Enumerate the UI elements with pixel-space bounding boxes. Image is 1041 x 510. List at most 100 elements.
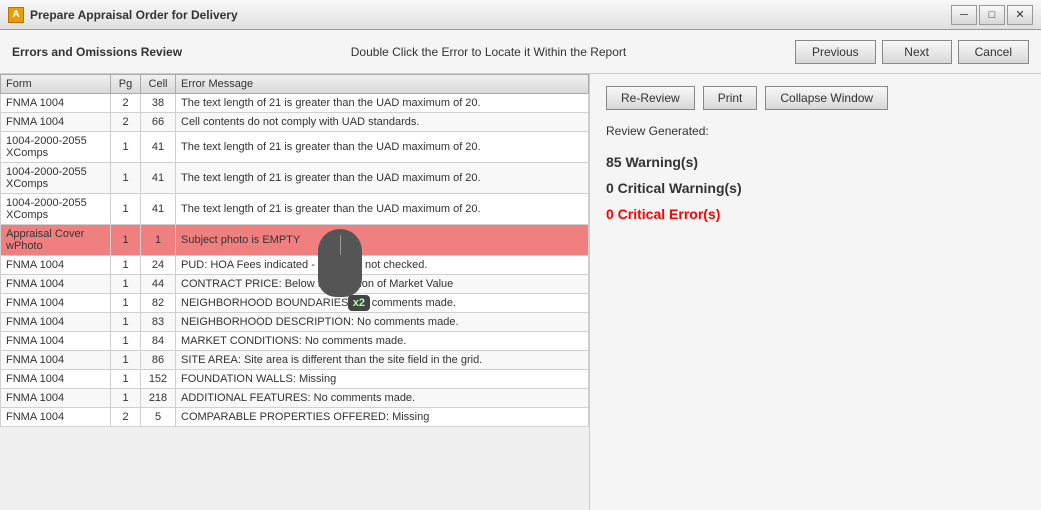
cell-message: COMPARABLE PROPERTIES OFFERED: Missing bbox=[176, 408, 589, 427]
table-row[interactable]: FNMA 1004184MARKET CONDITIONS: No commen… bbox=[1, 332, 589, 351]
cell-cell: 82 bbox=[141, 294, 176, 313]
table-row[interactable]: FNMA 1004144CONTRACT PRICE: Below the Op… bbox=[1, 275, 589, 294]
table-row[interactable]: FNMA 1004124PUD: HOA Fees indicated - PU… bbox=[1, 256, 589, 275]
table-row[interactable]: FNMA 100425COMPARABLE PROPERTIES OFFERED… bbox=[1, 408, 589, 427]
cell-pg: 1 bbox=[111, 225, 141, 256]
critical-errors: 0 Critical Error(s) bbox=[606, 206, 1025, 222]
cell-form: FNMA 1004 bbox=[1, 370, 111, 389]
cell-pg: 1 bbox=[111, 194, 141, 225]
cell-pg: 2 bbox=[111, 113, 141, 132]
table-row[interactable]: FNMA 10041152FOUNDATION WALLS: Missing bbox=[1, 370, 589, 389]
cell-message: The text length of 21 is greater than th… bbox=[176, 94, 589, 113]
cell-message: PUD: HOA Fees indicated - PUD box not ch… bbox=[176, 256, 589, 275]
cell-pg: 1 bbox=[111, 332, 141, 351]
table-row[interactable]: Appraisal Cover wPhoto11Subject photo is… bbox=[1, 225, 589, 256]
panel-buttons: Re-Review Print Collapse Window bbox=[606, 86, 1025, 110]
table-section: Form Pg Cell Error Message FNMA 1004238T… bbox=[0, 74, 590, 510]
errors-table: Form Pg Cell Error Message FNMA 1004238T… bbox=[0, 74, 589, 427]
header-message: Error Message bbox=[176, 75, 589, 94]
table-row[interactable]: 1004-2000-2055XComps141The text length o… bbox=[1, 194, 589, 225]
cell-pg: 1 bbox=[111, 389, 141, 408]
cell-pg: 1 bbox=[111, 132, 141, 163]
cell-pg: 1 bbox=[111, 313, 141, 332]
window-title: Prepare Appraisal Order for Delivery bbox=[30, 8, 951, 22]
table-row[interactable]: 1004-2000-2055XComps141The text length o… bbox=[1, 132, 589, 163]
table-row[interactable]: 1004-2000-2055XComps141The text length o… bbox=[1, 163, 589, 194]
maximize-button[interactable]: □ bbox=[979, 5, 1005, 25]
table-wrapper[interactable]: Form Pg Cell Error Message FNMA 1004238T… bbox=[0, 74, 589, 510]
print-button[interactable]: Print bbox=[703, 86, 758, 110]
cell-form: 1004-2000-2055XComps bbox=[1, 132, 111, 163]
table-row[interactable]: FNMA 1004266Cell contents do not comply … bbox=[1, 113, 589, 132]
table-row[interactable]: FNMA 1004182NEIGHBORHOOD BOUNDARIES: No … bbox=[1, 294, 589, 313]
cell-message: The text length of 21 is greater than th… bbox=[176, 132, 589, 163]
cell-cell: 83 bbox=[141, 313, 176, 332]
close-button[interactable]: ✕ bbox=[1007, 5, 1033, 25]
cell-pg: 1 bbox=[111, 351, 141, 370]
cell-form: Appraisal Cover wPhoto bbox=[1, 225, 111, 256]
errors-omissions-label: Errors and Omissions Review bbox=[12, 45, 182, 59]
minimize-button[interactable]: ─ bbox=[951, 5, 977, 25]
cell-message: MARKET CONDITIONS: No comments made. bbox=[176, 332, 589, 351]
header-form: Form bbox=[1, 75, 111, 94]
app-icon: A bbox=[8, 7, 24, 23]
cell-form: FNMA 1004 bbox=[1, 94, 111, 113]
cell-cell: 41 bbox=[141, 132, 176, 163]
cell-cell: 86 bbox=[141, 351, 176, 370]
cell-message: Subject photo is EMPTY bbox=[176, 225, 589, 256]
cell-pg: 1 bbox=[111, 163, 141, 194]
cell-form: FNMA 1004 bbox=[1, 389, 111, 408]
cell-message: Cell contents do not comply with UAD sta… bbox=[176, 113, 589, 132]
main-content: Form Pg Cell Error Message FNMA 1004238T… bbox=[0, 74, 1041, 510]
cell-cell: 44 bbox=[141, 275, 176, 294]
cell-cell: 66 bbox=[141, 113, 176, 132]
table-row[interactable]: FNMA 10041218ADDITIONAL FEATURES: No com… bbox=[1, 389, 589, 408]
header-pg: Pg bbox=[111, 75, 141, 94]
toolbar-buttons: Previous Next Cancel bbox=[795, 40, 1029, 64]
cell-form: FNMA 1004 bbox=[1, 294, 111, 313]
cell-cell: 84 bbox=[141, 332, 176, 351]
title-bar: A Prepare Appraisal Order for Delivery ─… bbox=[0, 0, 1041, 30]
next-button[interactable]: Next bbox=[882, 40, 952, 64]
cell-cell: 152 bbox=[141, 370, 176, 389]
cell-form: FNMA 1004 bbox=[1, 351, 111, 370]
previous-button[interactable]: Previous bbox=[795, 40, 876, 64]
cell-message: NEIGHBORHOOD DESCRIPTION: No comments ma… bbox=[176, 313, 589, 332]
cell-pg: 2 bbox=[111, 94, 141, 113]
cell-form: FNMA 1004 bbox=[1, 313, 111, 332]
warnings-count: 85 Warning(s) bbox=[606, 154, 1025, 170]
cell-form: FNMA 1004 bbox=[1, 332, 111, 351]
cell-message: ADDITIONAL FEATURES: No comments made. bbox=[176, 389, 589, 408]
cell-pg: 1 bbox=[111, 294, 141, 313]
cell-pg: 1 bbox=[111, 275, 141, 294]
table-row[interactable]: FNMA 1004186SITE AREA: Site area is diff… bbox=[1, 351, 589, 370]
header-cell: Cell bbox=[141, 75, 176, 94]
cell-cell: 1 bbox=[141, 225, 176, 256]
instruction-label: Double Click the Error to Locate it With… bbox=[190, 45, 787, 59]
window-controls: ─ □ ✕ bbox=[951, 5, 1033, 25]
critical-warnings: 0 Critical Warning(s) bbox=[606, 180, 1025, 196]
cell-message: NEIGHBORHOOD BOUNDARIES: No comments mad… bbox=[176, 294, 589, 313]
re-review-button[interactable]: Re-Review bbox=[606, 86, 695, 110]
right-panel: Re-Review Print Collapse Window Review G… bbox=[590, 74, 1041, 510]
cell-form: FNMA 1004 bbox=[1, 408, 111, 427]
table-row[interactable]: FNMA 1004183NEIGHBORHOOD DESCRIPTION: No… bbox=[1, 313, 589, 332]
cell-pg: 1 bbox=[111, 370, 141, 389]
cell-cell: 24 bbox=[141, 256, 176, 275]
table-header-row: Form Pg Cell Error Message bbox=[1, 75, 589, 94]
table-row[interactable]: FNMA 1004238The text length of 21 is gre… bbox=[1, 94, 589, 113]
cell-cell: 218 bbox=[141, 389, 176, 408]
cell-message: The text length of 21 is greater than th… bbox=[176, 163, 589, 194]
collapse-window-button[interactable]: Collapse Window bbox=[765, 86, 888, 110]
toolbar: Errors and Omissions Review Double Click… bbox=[0, 30, 1041, 74]
cell-cell: 41 bbox=[141, 194, 176, 225]
cancel-button[interactable]: Cancel bbox=[958, 40, 1029, 64]
cell-message: FOUNDATION WALLS: Missing bbox=[176, 370, 589, 389]
cell-form: FNMA 1004 bbox=[1, 113, 111, 132]
cell-message: The text length of 21 is greater than th… bbox=[176, 194, 589, 225]
cell-pg: 1 bbox=[111, 256, 141, 275]
cell-cell: 38 bbox=[141, 94, 176, 113]
review-generated-label: Review Generated: bbox=[606, 124, 1025, 138]
cell-form: FNMA 1004 bbox=[1, 275, 111, 294]
cell-form: 1004-2000-2055XComps bbox=[1, 163, 111, 194]
